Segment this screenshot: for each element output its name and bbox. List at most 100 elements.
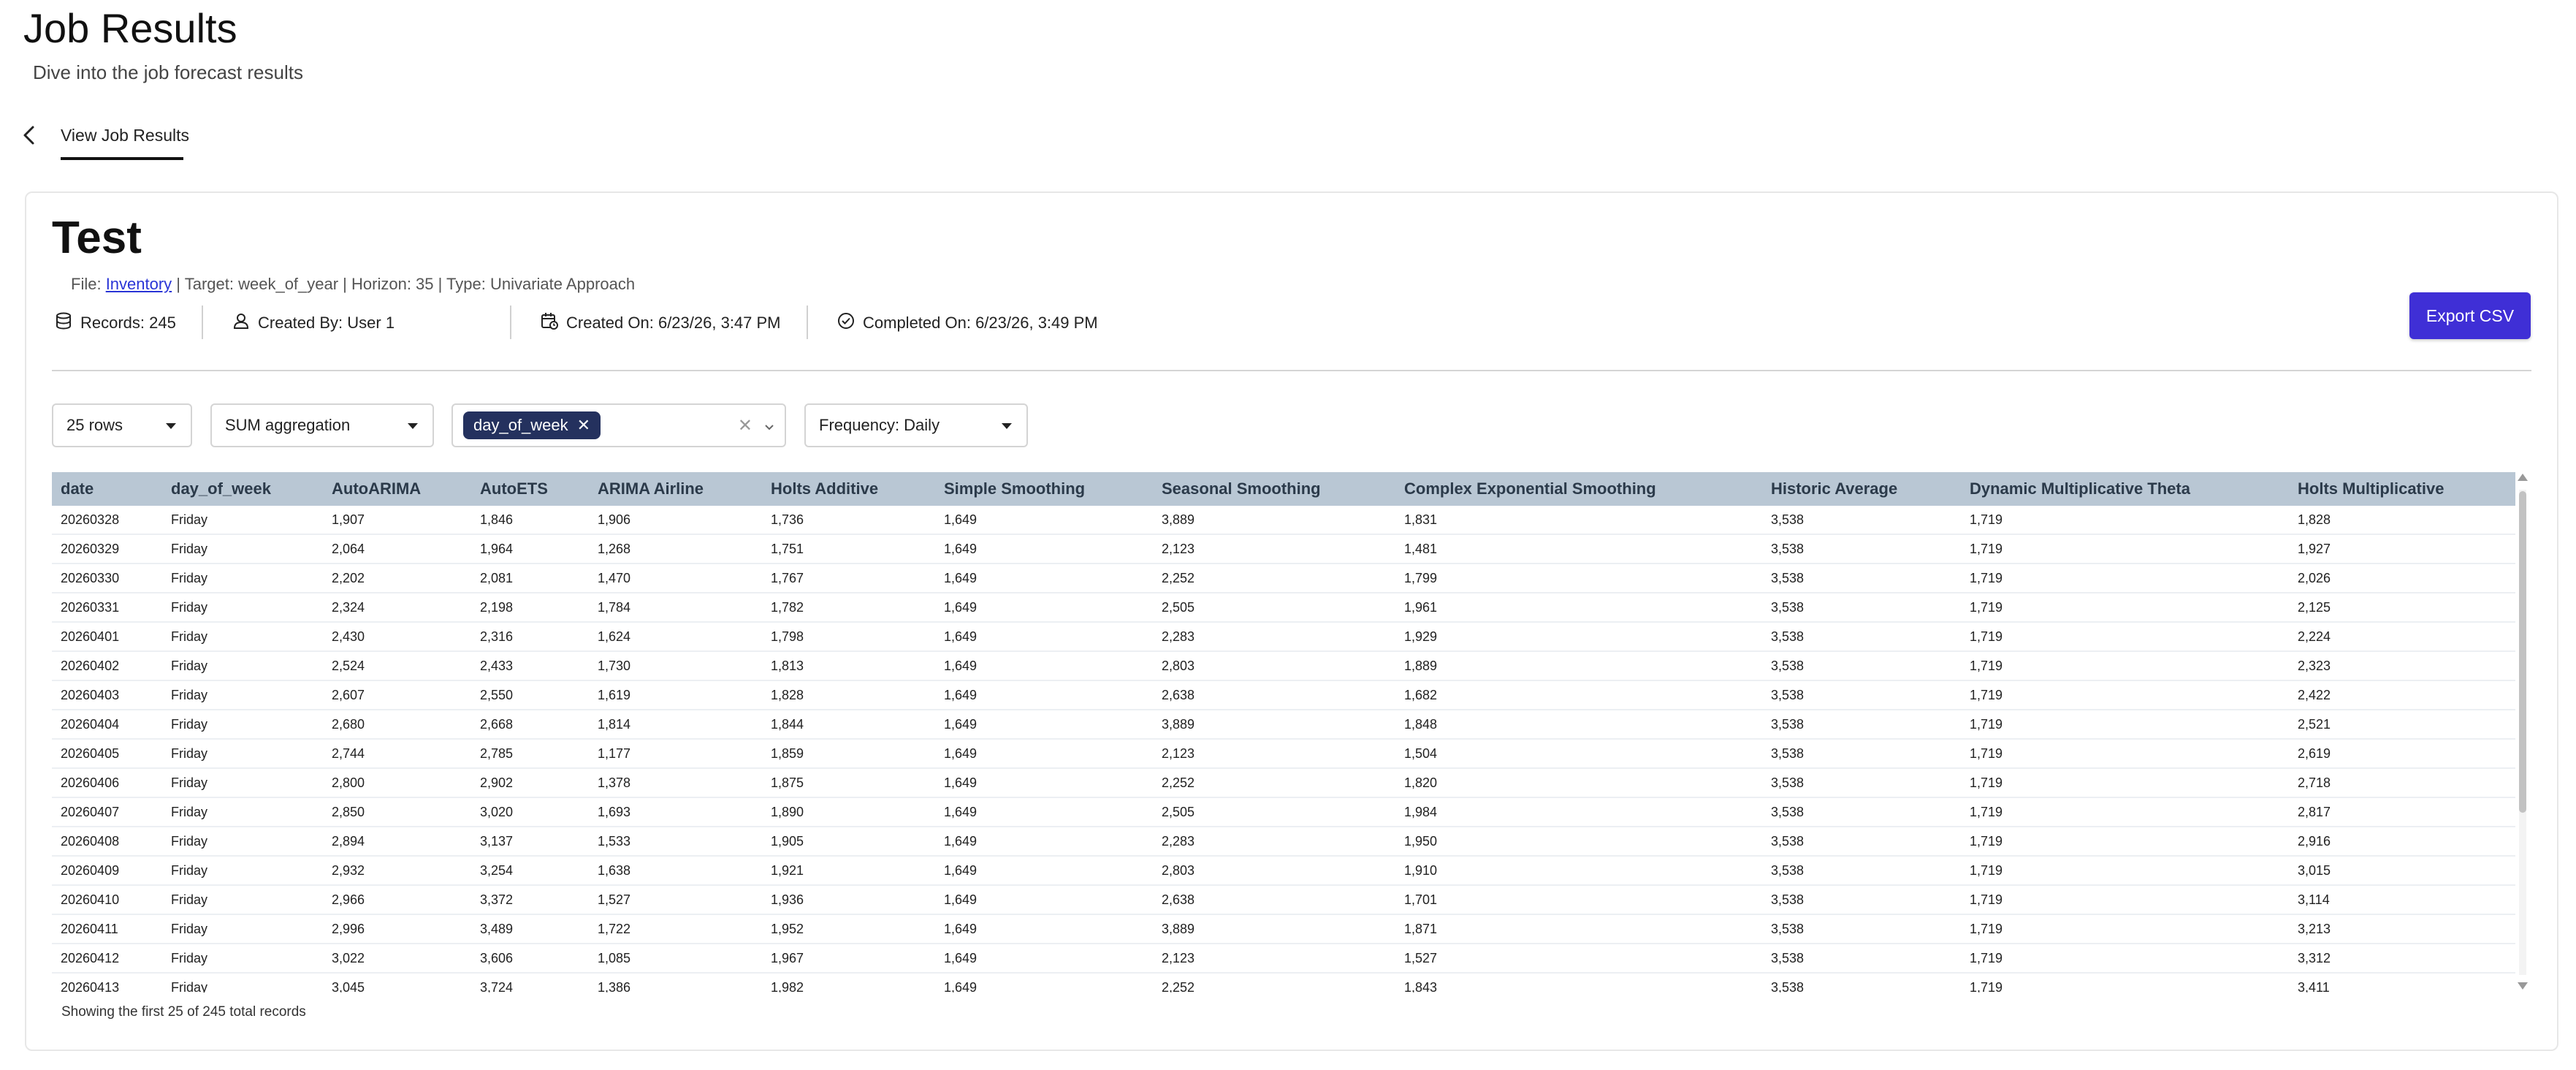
table-cell: 20260405 xyxy=(52,739,162,769)
column-header[interactable]: Complex Exponential Smoothing xyxy=(1395,472,1762,506)
user-icon xyxy=(232,311,251,335)
column-header[interactable]: Dynamic Multiplicative Theta xyxy=(1961,472,2289,506)
stat-divider xyxy=(807,306,808,339)
job-title: Test xyxy=(52,213,142,263)
table-cell: 3,538 xyxy=(1762,944,1961,974)
table-cell: 2,803 xyxy=(1153,651,1395,681)
table-cell: 1,848 xyxy=(1395,710,1762,740)
table-cell: 1,386 xyxy=(589,973,762,993)
table-cell: 1,719 xyxy=(1961,534,2289,564)
completed-on: Completed On: 6/23/26, 3:49 PM xyxy=(863,314,1098,332)
table-cell: 1,736 xyxy=(762,506,935,535)
results-table: date day_of_week AutoARIMA AutoETS ARIMA Air… xyxy=(52,472,2515,993)
table-cell: 2,785 xyxy=(471,739,589,769)
section-divider xyxy=(52,370,2531,371)
table-cell: 20260402 xyxy=(52,651,162,681)
column-header[interactable]: AutoETS xyxy=(471,472,589,506)
table-cell: 1,268 xyxy=(589,534,762,564)
created-by: Created By: User 1 xyxy=(258,314,395,332)
scrollbar-thumb[interactable] xyxy=(2519,491,2526,813)
table-cell: 20260408 xyxy=(52,827,162,857)
table-cell: 3,538 xyxy=(1762,622,1961,652)
table-cell: 3,538 xyxy=(1762,856,1961,886)
column-header[interactable]: date xyxy=(52,472,162,506)
column-header[interactable]: Simple Smoothing xyxy=(935,472,1153,506)
table-cell: 1,921 xyxy=(762,856,935,886)
column-header[interactable]: ARIMA Airline xyxy=(589,472,762,506)
aggregation-select[interactable]: SUM aggregation xyxy=(210,403,434,447)
chip-remove-icon[interactable]: ✕ xyxy=(577,416,590,435)
table-cell: 1,085 xyxy=(589,944,762,974)
table-cell: Friday xyxy=(162,506,323,535)
table-cell: 2,283 xyxy=(1153,827,1395,857)
table-cell: Friday xyxy=(162,680,323,710)
table-cell: 3,538 xyxy=(1762,593,1961,623)
table-cell: 1,649 xyxy=(935,680,1153,710)
table-cell: 2,123 xyxy=(1153,944,1395,974)
table-cell: 3,538 xyxy=(1762,739,1961,769)
table-cell: 3,045 xyxy=(323,973,471,993)
group-by-multiselect[interactable]: day_of_week ✕ ✕ xyxy=(451,403,786,447)
table-cell: 1,984 xyxy=(1395,797,1762,827)
table-cell: 20260409 xyxy=(52,856,162,886)
table-cell: 1,719 xyxy=(1961,827,2289,857)
column-header[interactable]: AutoARIMA xyxy=(323,472,471,506)
clear-icon[interactable]: ✕ xyxy=(738,415,752,436)
table-row: 20260406 Friday 2,800 2,902 1,378 1,875 1,649 2… xyxy=(52,768,2515,798)
table-cell: Friday xyxy=(162,797,323,827)
table-cell: 1,846 xyxy=(471,506,589,535)
table-cell: 3,020 xyxy=(471,797,589,827)
table-cell: 2,680 xyxy=(323,710,471,740)
chip-label: day_of_week xyxy=(473,416,568,434)
table-cell: 1,649 xyxy=(935,856,1153,886)
table-cell: 3,538 xyxy=(1762,710,1961,740)
table-cell: 2,064 xyxy=(323,534,471,564)
table-cell: 3,015 xyxy=(2289,856,2515,886)
table-cell: 2,916 xyxy=(2289,827,2515,857)
file-link[interactable]: Inventory xyxy=(106,275,172,293)
caret-down-icon xyxy=(408,423,418,429)
column-header[interactable]: Historic Average xyxy=(1762,472,1961,506)
caret-down-icon xyxy=(166,423,176,429)
export-csv-button[interactable]: Export CSV xyxy=(2409,292,2531,339)
table-cell: 1,719 xyxy=(1961,651,2289,681)
frequency-select[interactable]: Frequency: Daily xyxy=(804,403,1028,447)
column-header[interactable]: Seasonal Smoothing xyxy=(1153,472,1395,506)
created-by-stat: Created By: User 1 xyxy=(232,311,395,335)
table-cell: 3,538 xyxy=(1762,768,1961,798)
table-row: 20260407 Friday 2,850 3,020 1,693 1,890 1,649 2… xyxy=(52,797,2515,827)
column-header[interactable]: day_of_week xyxy=(162,472,323,506)
table-cell: 1,843 xyxy=(1395,973,1762,993)
file-label: File: xyxy=(71,275,106,293)
table-cell: 1,638 xyxy=(589,856,762,886)
caret-down-icon xyxy=(1002,423,1012,429)
scroll-down-icon[interactable] xyxy=(2518,982,2528,990)
table-cell: 1,719 xyxy=(1961,856,2289,886)
table-cell: 1,719 xyxy=(1961,710,2289,740)
rows-select[interactable]: 25 rows xyxy=(52,403,192,447)
table-cell: 3,213 xyxy=(2289,914,2515,944)
chevron-down-icon[interactable] xyxy=(764,418,774,430)
table-cell: 2,323 xyxy=(2289,651,2515,681)
stat-divider xyxy=(202,306,203,339)
tab-view-job-results[interactable]: View Job Results xyxy=(61,126,189,145)
table-cell: 20260331 xyxy=(52,593,162,623)
completed-on-stat: Completed On: 6/23/26, 3:49 PM xyxy=(837,311,1098,335)
table-cell: 1,481 xyxy=(1395,534,1762,564)
table-cell: Friday xyxy=(162,622,323,652)
table-cell: 1,504 xyxy=(1395,739,1762,769)
table-cell: 1,890 xyxy=(762,797,935,827)
back-arrow-icon[interactable] xyxy=(19,124,41,146)
scroll-up-icon[interactable] xyxy=(2518,474,2528,481)
table-cell: 1,782 xyxy=(762,593,935,623)
table-cell: 1,649 xyxy=(935,768,1153,798)
table-cell: 1,693 xyxy=(589,797,762,827)
records-stat: Records: 245 xyxy=(54,311,176,335)
table-row: 20260408 Friday 2,894 3,137 1,533 1,905 1,649 2… xyxy=(52,827,2515,857)
column-header[interactable]: Holts Multiplicative xyxy=(2289,472,2515,506)
table-cell: Friday xyxy=(162,944,323,974)
table-scrollbar[interactable] xyxy=(2515,472,2530,993)
table-cell: 2,638 xyxy=(1153,885,1395,915)
column-header[interactable]: Holts Additive xyxy=(762,472,935,506)
table-cell: 1,964 xyxy=(471,534,589,564)
